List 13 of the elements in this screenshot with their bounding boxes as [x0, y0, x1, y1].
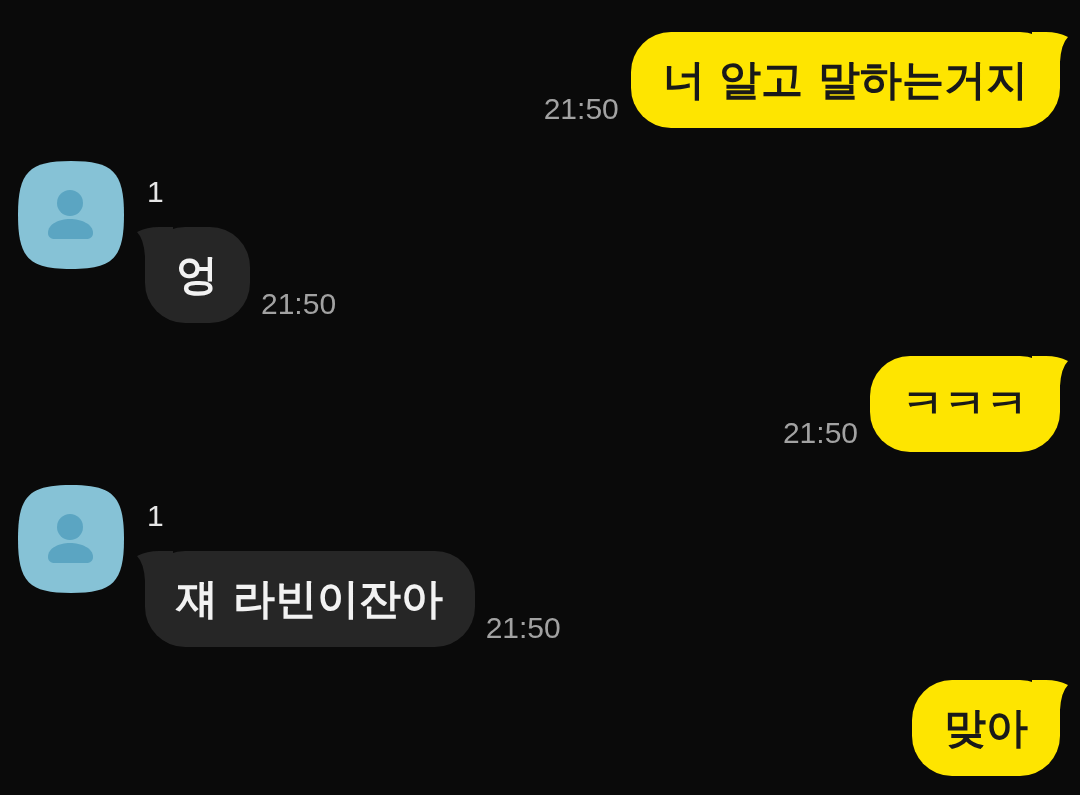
timestamp: 21:50	[543, 92, 619, 126]
sent-message: 너 알고 말하는거지	[630, 32, 1068, 128]
sender-name: 1	[147, 174, 164, 210]
sent-message: ㅋㅋㅋ	[870, 356, 1068, 452]
sent-message: 맞아	[912, 680, 1068, 776]
timestamp: 21:50	[485, 611, 561, 645]
received-message: 쟤 라빈이잔아	[137, 551, 475, 647]
timestamp: 21:50	[782, 416, 858, 450]
avatar-icon[interactable]	[18, 485, 124, 593]
avatar-icon[interactable]	[18, 161, 124, 269]
received-message: 엉	[137, 227, 250, 323]
sender-name: 1	[147, 498, 164, 534]
timestamp: 21:50	[261, 287, 337, 321]
